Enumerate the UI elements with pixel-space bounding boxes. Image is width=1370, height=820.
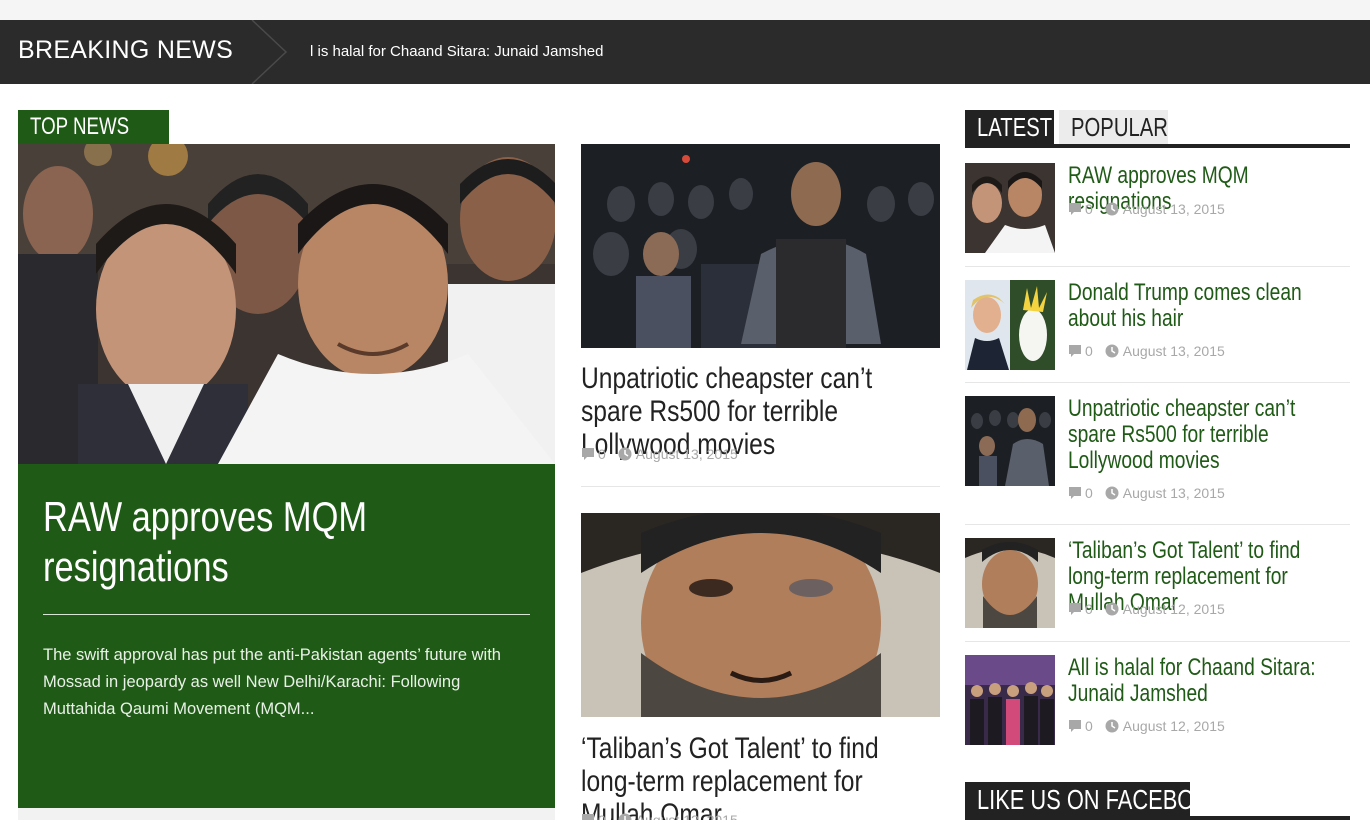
sidebar-item-meta: 0 August 13, 2015 bbox=[1068, 201, 1225, 217]
tabs-underline bbox=[965, 144, 1350, 148]
sidebar-list-item: All is halal for Chaand Sitara: Junaid J… bbox=[965, 655, 1350, 745]
top-news-tag-label: TOP NEWS bbox=[30, 113, 130, 140]
clock-icon bbox=[618, 447, 632, 461]
breaking-news-label: BREAKING NEWS bbox=[18, 36, 234, 64]
sidebar-thumbnail[interactable] bbox=[965, 163, 1055, 253]
middle-article-meta-1: 0 August 13, 2015 bbox=[581, 446, 738, 462]
feature-bottom-strip bbox=[18, 808, 555, 820]
comment-icon bbox=[1069, 603, 1081, 615]
article-date: August 12, 2015 bbox=[635, 812, 738, 820]
clock-icon bbox=[618, 813, 632, 820]
facebook-widget-underline bbox=[965, 816, 1350, 820]
comment-count[interactable]: 0 bbox=[1085, 201, 1093, 217]
tab-latest[interactable]: LATEST bbox=[965, 110, 1054, 144]
tab-latest-label: LATEST bbox=[977, 112, 1053, 142]
breaking-news-ticker-link[interactable]: l is halal for Chaand Sitara: Junaid Jam… bbox=[310, 43, 604, 60]
comment-icon bbox=[1069, 345, 1081, 357]
tab-popular[interactable]: POPULAR bbox=[1059, 110, 1168, 144]
breaking-news-bar: BREAKING NEWS l is halal for Chaand Sita… bbox=[0, 20, 1370, 84]
sidebar-item-meta: 0 August 13, 2015 bbox=[1068, 343, 1225, 359]
sidebar-divider bbox=[965, 524, 1350, 525]
clock-icon bbox=[1105, 344, 1119, 358]
article-date: August 12, 2015 bbox=[1122, 601, 1225, 617]
comment-icon bbox=[1069, 203, 1081, 215]
sidebar-item-meta: 0 August 13, 2015 bbox=[1068, 485, 1225, 501]
sidebar-item-title[interactable]: Donald Trump comes clean about his hair bbox=[1068, 280, 1340, 332]
comment-icon bbox=[582, 814, 594, 820]
comment-icon bbox=[1069, 487, 1081, 499]
top-news-tag: TOP NEWS bbox=[18, 110, 170, 144]
clock-icon bbox=[1105, 486, 1119, 500]
comment-count[interactable]: 0 bbox=[1085, 485, 1093, 501]
comment-count[interactable]: 0 bbox=[1085, 343, 1093, 359]
comment-count[interactable]: 0 bbox=[1085, 601, 1093, 617]
cinema-photo[interactable] bbox=[581, 144, 940, 348]
comment-icon bbox=[1069, 720, 1081, 732]
sidebar-divider bbox=[965, 382, 1350, 383]
sidebar-item-title[interactable]: All is halal for Chaand Sitara: Junaid J… bbox=[1068, 655, 1340, 707]
sidebar-tabs: LATEST POPULAR bbox=[965, 110, 1350, 150]
sidebar-item-meta: 0 August 12, 2015 bbox=[1068, 601, 1225, 617]
feature-article-title[interactable]: RAW approves MQM resignations bbox=[43, 492, 535, 592]
sidebar-thumbnail[interactable] bbox=[965, 396, 1055, 486]
sidebar-list-item: Donald Trump comes clean about his hair … bbox=[965, 280, 1350, 370]
comment-count[interactable]: 0 bbox=[598, 446, 606, 462]
article-date: August 13, 2015 bbox=[1122, 485, 1225, 501]
middle-divider bbox=[581, 486, 940, 487]
clock-icon bbox=[1105, 719, 1119, 733]
sidebar-divider bbox=[965, 641, 1350, 642]
comment-count[interactable]: 0 bbox=[1085, 718, 1093, 734]
feature-article-excerpt: The swift approval has put the anti-Paki… bbox=[43, 646, 501, 718]
sidebar-thumbnail[interactable] bbox=[965, 538, 1055, 628]
sidebar-thumbnail[interactable] bbox=[965, 280, 1055, 370]
clock-icon bbox=[1105, 602, 1119, 616]
article-date: August 13, 2015 bbox=[635, 446, 738, 462]
article-date: August 13, 2015 bbox=[1122, 201, 1225, 217]
clock-icon bbox=[1105, 202, 1119, 216]
sidebar-list-item: RAW approves MQM resignations 0 August 1… bbox=[965, 163, 1350, 253]
feature-photo[interactable] bbox=[18, 144, 555, 464]
middle-article-title-2[interactable]: ‘Taliban’s Got Talent’ to find long-term… bbox=[581, 732, 934, 820]
tab-popular-label: POPULAR bbox=[1071, 112, 1168, 142]
feature-article-box: RAW approves MQM resignations The swift … bbox=[18, 464, 555, 808]
sidebar-list-item: Unpatriotic cheapster can’t spare Rs500 … bbox=[965, 396, 1350, 501]
sidebar-divider bbox=[965, 266, 1350, 267]
article-date: August 12, 2015 bbox=[1122, 718, 1225, 734]
comment-icon bbox=[582, 448, 594, 460]
top-nav-strip bbox=[0, 0, 1370, 20]
sidebar-item-meta: 0 August 12, 2015 bbox=[1068, 718, 1225, 734]
article-date: August 13, 2015 bbox=[1122, 343, 1225, 359]
facebook-widget-label: LIKE US ON FACEBOOK bbox=[977, 784, 1226, 815]
mullah-photo[interactable] bbox=[581, 513, 940, 717]
feature-divider bbox=[43, 614, 530, 615]
sidebar-list-item: ‘Taliban’s Got Talent’ to find long-term… bbox=[965, 538, 1350, 628]
middle-article-meta-2: 0 August 12, 2015 bbox=[581, 812, 738, 820]
comment-count[interactable]: 0 bbox=[598, 812, 606, 820]
sidebar-thumbnail[interactable] bbox=[965, 655, 1055, 745]
facebook-widget-tag: LIKE US ON FACEBOOK bbox=[965, 782, 1226, 818]
sidebar-item-title[interactable]: Unpatriotic cheapster can’t spare Rs500 … bbox=[1068, 396, 1340, 474]
breaking-arrow-icon bbox=[251, 20, 288, 84]
